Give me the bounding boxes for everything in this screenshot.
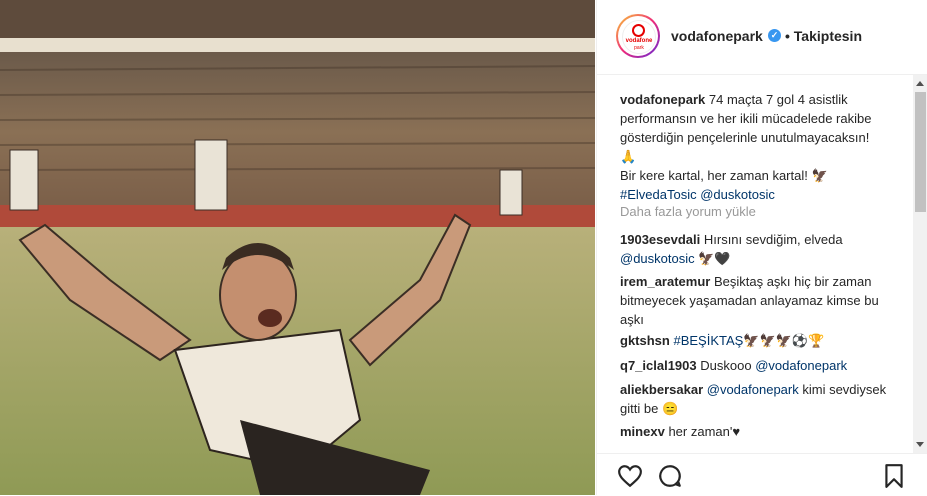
comments-scrollbar[interactable] [913,75,927,453]
scroll-down-arrow-icon[interactable] [916,442,924,447]
post-photo[interactable] [0,0,595,495]
comment-item: minexv her zaman'♥ [620,424,741,439]
avatar[interactable]: vodafone park [616,14,660,58]
load-more-comments-button[interactable]: Daha fazla yorum yükle [620,204,756,219]
comment-username[interactable]: irem_aratemur [620,274,710,289]
comment-icon[interactable] [657,463,683,489]
hashtag-link[interactable]: #ElvedaTosic [620,187,697,202]
post-header: vodafone park vodafonepark ✓ • Takiptesi… [597,0,927,75]
mention-link[interactable]: @vodafonepark [707,382,799,397]
heart-icon[interactable] [617,463,643,489]
post-caption: vodafonepark 74 maçta 7 gol 4 asistlik p… [620,92,872,202]
comment-username[interactable]: aliekbersakar [620,382,703,397]
eagle-heart-emoji-icon: 🦅🖤 [698,251,731,266]
scroll-up-arrow-icon[interactable] [916,81,924,86]
comments-list[interactable]: vodafonepark 74 maçta 7 gol 4 asistlik p… [597,75,912,453]
scrollbar-thumb[interactable] [915,92,926,212]
verified-badge-icon: ✓ [768,29,781,42]
comment-username[interactable]: gktshsn [620,333,670,348]
comment-item: 1903esevdali Hırsını sevdiğim, elveda @d… [620,232,843,266]
follow-status[interactable]: • Takiptesin [785,28,862,44]
eagle-ball-trophy-emoji-icon: 🦅🦅🦅⚽🏆 [743,333,825,348]
comment-item: gktshsn #BEŞİKTAŞ🦅🦅🦅⚽🏆 [620,331,904,350]
comment-username[interactable]: minexv [620,424,665,439]
eagle-emoji-icon: 🦅 [811,168,828,183]
pray-emoji-icon: 🙏 [620,149,637,164]
comment-username[interactable]: q7_iclal1903 [620,358,697,373]
caption-username[interactable]: vodafonepark [620,92,705,107]
mention-link[interactable]: @vodafonepark [755,358,847,373]
comment-item: aliekbersakar @vodafonepark kimi sevdiys… [620,382,887,416]
expressionless-emoji-icon: 😑 [661,401,679,416]
mention-link[interactable]: @duskotosic [620,251,695,266]
post-sidebar: vodafone park vodafonepark ✓ • Takiptesi… [596,0,927,495]
comment-item: q7_iclal1903 Duskooo @vodafonepark [620,358,848,373]
username-link[interactable]: vodafonepark [671,28,763,44]
comment-username[interactable]: 1903esevdali [620,232,700,247]
bookmark-icon[interactable] [881,463,907,489]
mention-link[interactable]: @duskotosic [700,187,775,202]
hashtag-link[interactable]: #BEŞİKTAŞ [673,333,743,348]
post-actions [597,453,927,496]
comment-item: irem_aratemur Beşiktaş aşkı hiç bir zama… [620,274,879,327]
vodafone-logo-icon: vodafone park [622,20,656,54]
post-image [0,0,595,495]
